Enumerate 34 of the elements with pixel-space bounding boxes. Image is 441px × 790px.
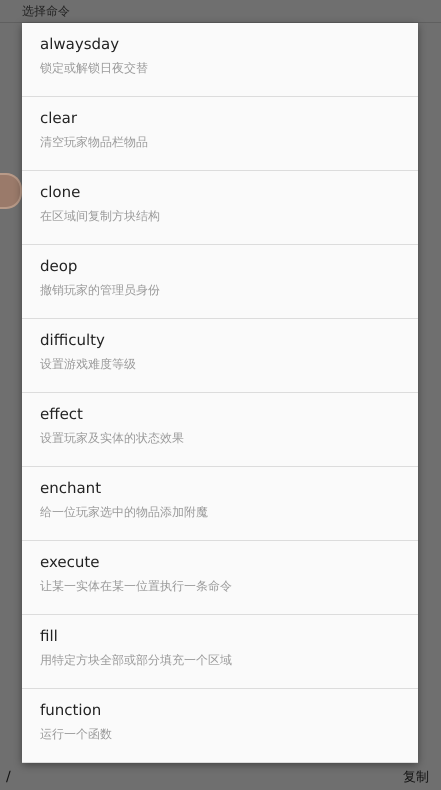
floating-button[interactable] [0,173,22,209]
command-description: 运行一个函数 [40,726,113,743]
command-name: effect [40,405,84,423]
command-item[interactable]: clone 在区域间复制方块结构 [22,171,418,245]
command-item[interactable]: effect 设置玩家及实体的状态效果 [22,393,418,467]
command-name: function [40,701,102,719]
command-name: clear [40,109,78,127]
command-item[interactable]: fill 用特定方块全部或部分填充一个区域 [22,615,418,689]
command-description: 在区域间复制方块结构 [40,208,161,225]
copy-button[interactable]: 复制 [403,768,429,786]
page-title: 选择命令 [22,2,70,20]
command-description: 锁定或解锁日夜交替 [40,60,149,77]
command-item[interactable]: execute 让某一实体在某一位置执行一条命令 [22,541,418,615]
command-item[interactable]: enchant 给一位玩家选中的物品添加附魔 [22,467,418,541]
command-name: deop [40,257,78,275]
command-description: 设置游戏难度等级 [40,356,137,373]
command-description: 给一位玩家选中的物品添加附魔 [40,504,209,521]
command-item[interactable]: difficulty 设置游戏难度等级 [22,319,418,393]
command-item[interactable]: function 运行一个函数 [22,689,418,763]
command-name: difficulty [40,331,106,349]
command-description: 用特定方块全部或部分填充一个区域 [40,652,233,669]
command-item[interactable]: deop 撤销玩家的管理员身份 [22,245,418,319]
command-name: enchant [40,479,102,497]
command-prefix: / [6,769,11,785]
command-name: clone [40,183,82,201]
command-description: 清空玩家物品栏物品 [40,134,149,151]
command-description: 设置玩家及实体的状态效果 [40,430,185,447]
command-name: alwaysday [40,35,120,53]
command-description: 让某一实体在某一位置执行一条命令 [40,578,233,595]
command-item[interactable]: alwaysday 锁定或解锁日夜交替 [22,23,418,97]
command-description: 撤销玩家的管理员身份 [40,282,161,299]
command-item[interactable]: clear 清空玩家物品栏物品 [22,97,418,171]
command-name: fill [40,627,59,645]
command-name: execute [40,553,100,571]
